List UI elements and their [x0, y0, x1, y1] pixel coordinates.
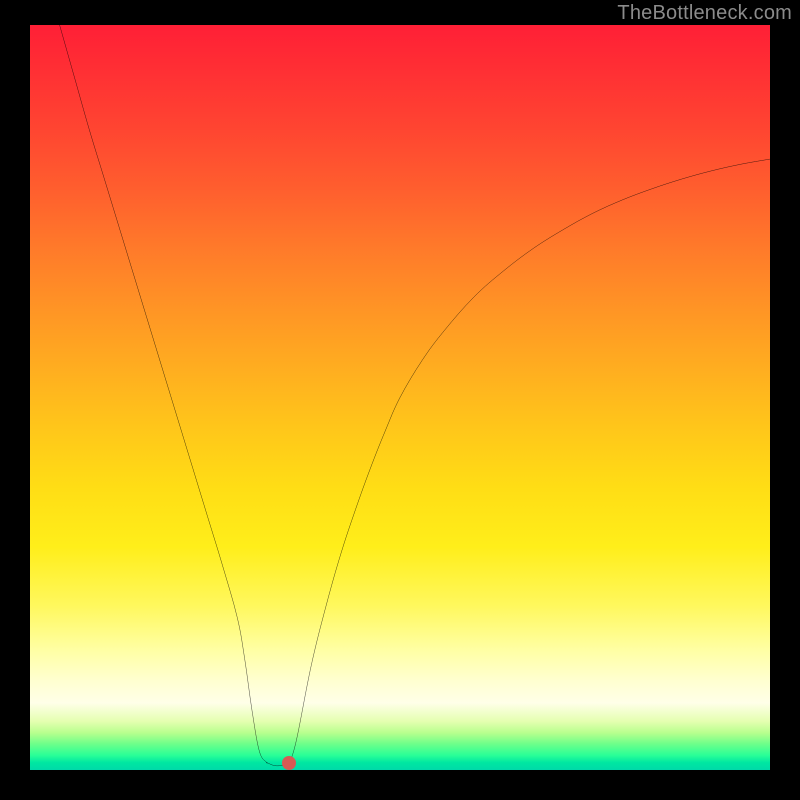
- optimum-marker: [282, 756, 296, 770]
- chart-stage: TheBottleneck.com: [0, 0, 800, 800]
- gradient-background: [30, 25, 770, 770]
- watermark-text: TheBottleneck.com: [617, 2, 792, 25]
- plot-area: [30, 25, 770, 770]
